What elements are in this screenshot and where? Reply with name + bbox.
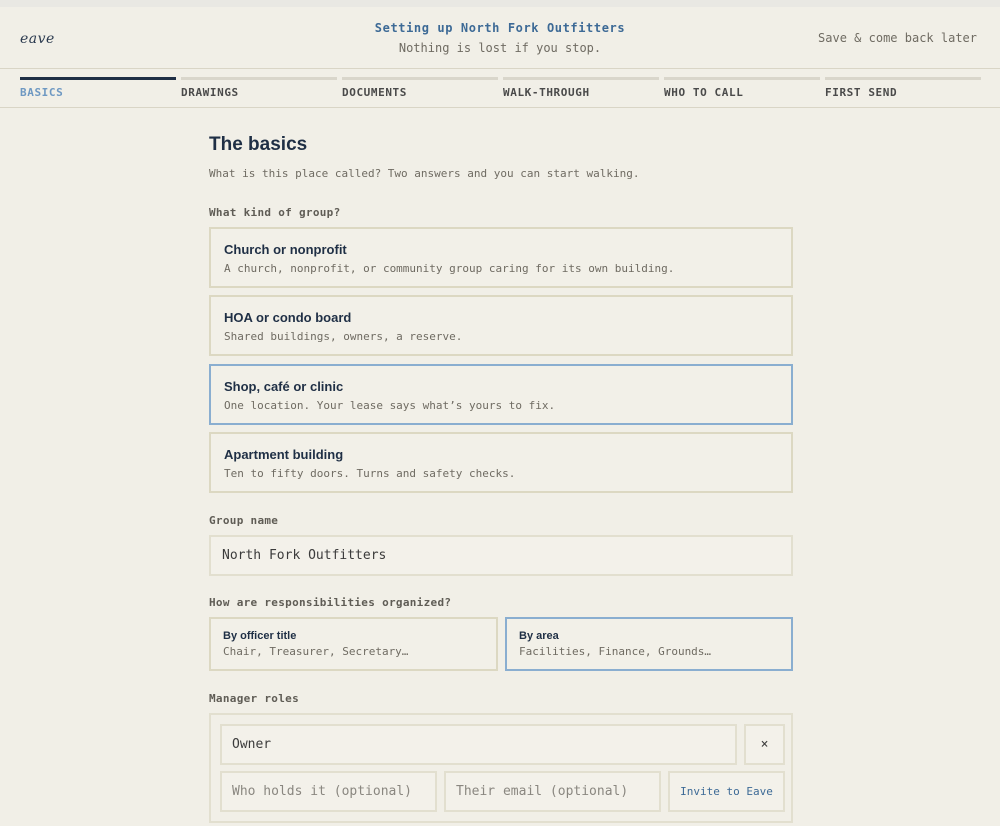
tab-documents[interactable]: DOCUMENTS (342, 77, 498, 107)
option-description: Ten to fifty doors. Turns and safety che… (224, 467, 516, 480)
manager-roles-label: Manager roles (209, 692, 299, 705)
step-tabs: BASICS DRAWINGS DOCUMENTS WALK-THROUGH W… (0, 69, 1000, 108)
tab-progress-bar (342, 77, 498, 80)
option-description: A church, nonprofit, or community group … (224, 262, 675, 275)
app-header: eave Setting up North Fork Outfitters No… (0, 7, 1000, 69)
tab-first-send[interactable]: FIRST SEND (825, 77, 981, 107)
option-description: One location. Your lease says what’s you… (224, 399, 556, 412)
option-title: Church or nonprofit (224, 242, 347, 257)
option-description: Chair, Treasurer, Secretary… (223, 645, 409, 658)
save-and-come-back-link[interactable]: Save & come back later (818, 31, 977, 45)
tab-label: DRAWINGS (181, 86, 239, 99)
tab-progress-bar (20, 77, 176, 80)
tab-progress-bar (825, 77, 981, 80)
tab-label: FIRST SEND (825, 86, 898, 99)
group-option-hoa[interactable]: HOA or condo board Shared buildings, own… (209, 295, 793, 356)
close-icon: × (760, 737, 769, 752)
group-option-shop[interactable]: Shop, café or clinic One location. Your … (209, 364, 793, 425)
group-option-apartment[interactable]: Apartment building Ten to fifty doors. T… (209, 432, 793, 493)
option-description: Shared buildings, owners, a reserve. (224, 330, 463, 343)
tab-walk-through[interactable]: WALK-THROUGH (503, 77, 659, 107)
group-option-church[interactable]: Church or nonprofit A church, nonprofit,… (209, 227, 793, 288)
tab-basics[interactable]: BASICS (20, 77, 176, 107)
option-title: HOA or condo board (224, 310, 352, 325)
invite-to-eave-button[interactable]: Invite to Eave (668, 771, 785, 812)
tab-label: WALK-THROUGH (503, 86, 590, 99)
tab-drawings[interactable]: DRAWINGS (181, 77, 337, 107)
responsibilities-label: How are responsibilities organized? (209, 596, 452, 609)
tab-label: BASICS (20, 86, 64, 99)
manager-role-card: Owner × Who holds it (optional) Their em… (209, 713, 793, 823)
organize-by-officer-title[interactable]: By officer title Chair, Treasurer, Secre… (209, 617, 498, 671)
page-title: The basics (209, 134, 308, 155)
tab-label: WHO TO CALL (664, 86, 744, 99)
tab-progress-bar (181, 77, 337, 80)
option-description: Facilities, Finance, Grounds… (519, 645, 712, 658)
remove-role-button[interactable]: × (744, 724, 785, 765)
tab-label: DOCUMENTS (342, 86, 408, 99)
group-name-label: Group name (209, 514, 279, 527)
organize-by-area[interactable]: By area Facilities, Finance, Grounds… (505, 617, 793, 671)
window-top-strip (0, 0, 1000, 7)
option-title: Apartment building (224, 447, 344, 462)
group-name-input[interactable]: North Fork Outfitters (209, 535, 793, 576)
option-title: By officer title (223, 630, 297, 642)
role-email-input[interactable]: Their email (optional) (444, 771, 661, 812)
page-intro: What is this place called? Two answers a… (209, 167, 640, 180)
option-title: Shop, café or clinic (224, 379, 344, 394)
group-kind-label: What kind of group? (209, 206, 341, 219)
role-holder-input[interactable]: Who holds it (optional) (220, 771, 437, 812)
tab-who-to-call[interactable]: WHO TO CALL (664, 77, 820, 107)
role-name-input[interactable]: Owner (220, 724, 737, 765)
tab-progress-bar (503, 77, 659, 80)
tab-progress-bar (664, 77, 820, 80)
option-title: By area (519, 630, 559, 642)
